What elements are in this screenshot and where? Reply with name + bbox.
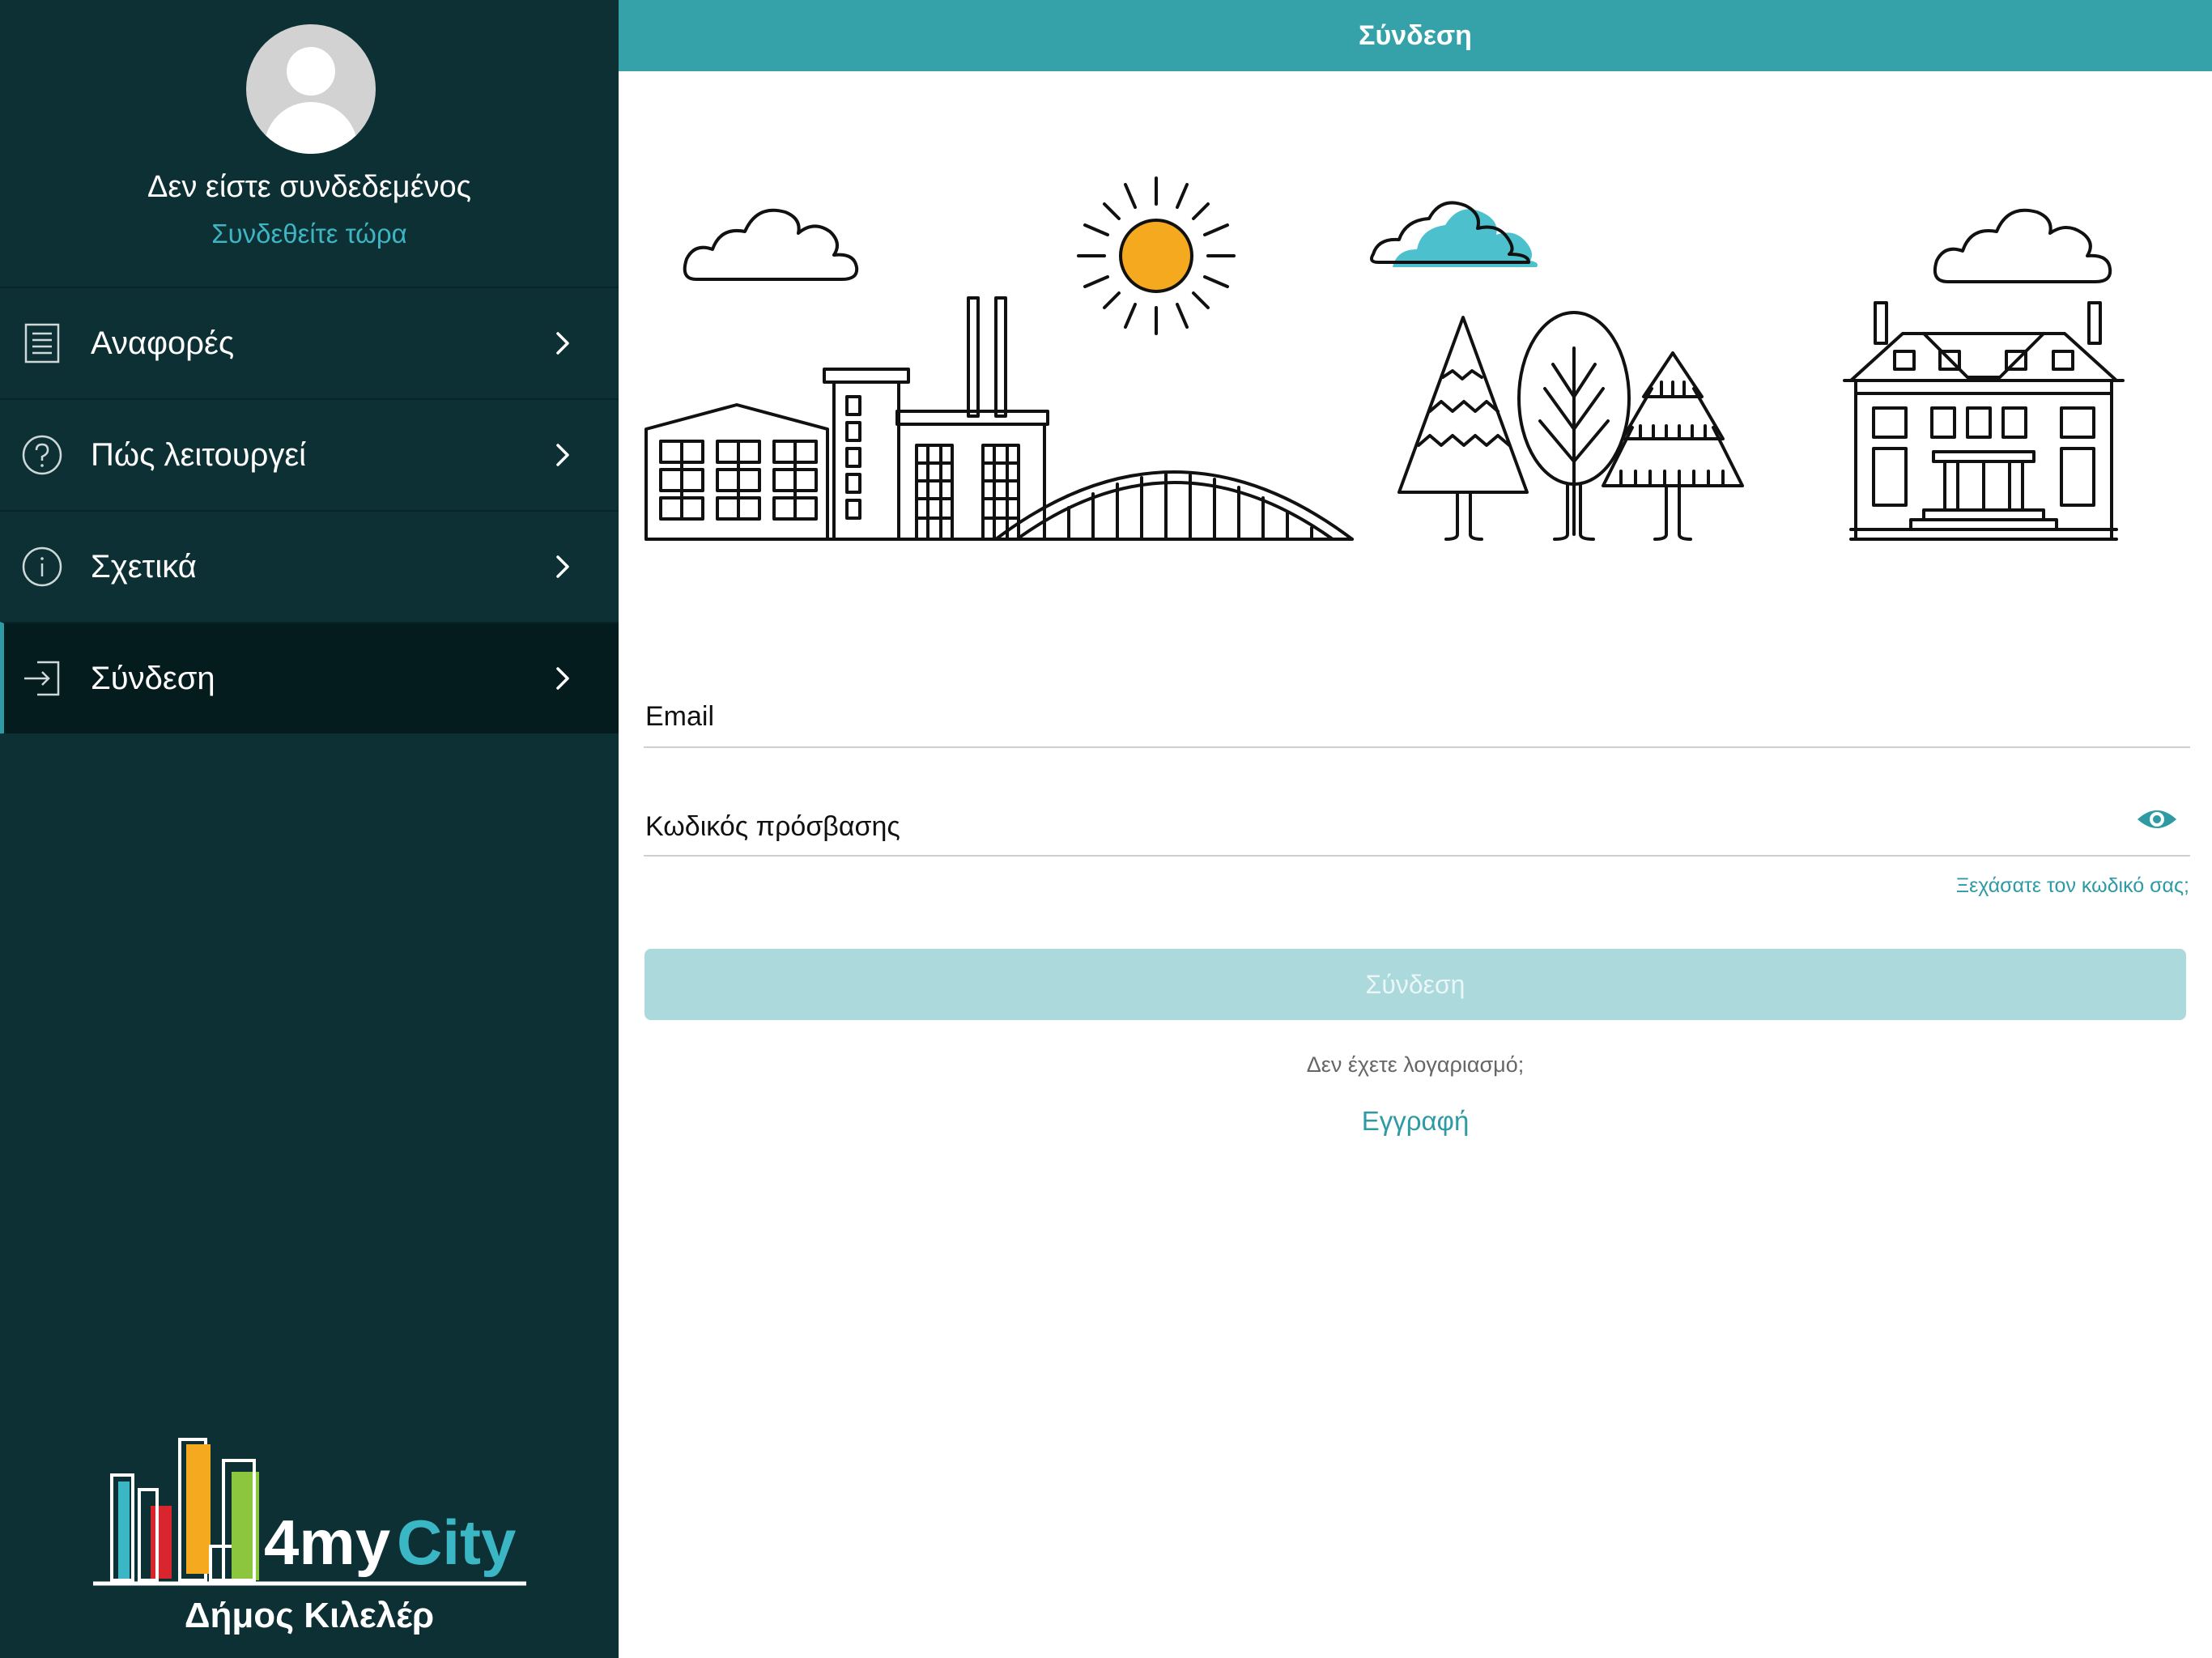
info-circle-icon — [21, 546, 63, 588]
page-title: Σύνδεση — [1359, 19, 1472, 51]
window-grid — [659, 440, 818, 521]
sidebar-item-label: Σύνδεση — [91, 660, 215, 696]
cloud-icon — [1393, 209, 1538, 267]
sidebar-item-login[interactable]: Σύνδεση — [0, 622, 619, 733]
email-field-label: Email — [645, 701, 715, 732]
eye-icon[interactable] — [2134, 803, 2180, 835]
forgot-password-link[interactable]: Ξεχάσατε τον κωδικό σας; — [1956, 874, 2189, 898]
no-account-text: Δεν έχετε λογαριασμό; — [1306, 1052, 1525, 1077]
tree-icon — [1602, 351, 1744, 541]
mansion-building — [1843, 301, 2125, 541]
sidebar: Δεν είστε συνδεδεμένος Συνδεθείτε τώρα Α… — [0, 0, 619, 1658]
cloud-icon — [683, 208, 859, 281]
sidebar-item-label: Σχετικά — [91, 548, 197, 585]
email-field[interactable] — [644, 746, 2190, 748]
chevron-right-icon — [556, 667, 569, 690]
sun-icon — [1077, 176, 1236, 335]
chevron-right-icon — [556, 555, 569, 578]
header-bar: Σύνδεση — [619, 0, 2212, 71]
user-status-text: Δεν είστε συνδεδεμένος — [147, 170, 471, 204]
chevron-right-icon — [556, 332, 569, 355]
register-link[interactable]: Εγγραφή — [619, 1106, 2212, 1137]
login-arrow-icon — [21, 657, 63, 699]
sidebar-item-label: Αναφορές — [91, 325, 235, 361]
login-now-link[interactable]: Συνδεθείτε τώρα — [0, 219, 619, 249]
sidebar-item-how-it-works[interactable]: Πώς λειτουργεί — [0, 398, 619, 510]
chevron-right-icon — [556, 444, 569, 466]
sidebar-menu: Αναφορές Πώς λειτουργεί Σχετικά Σύνδεση — [0, 287, 619, 733]
question-circle-icon — [21, 434, 63, 476]
password-field[interactable] — [644, 855, 2190, 857]
tree-icon — [1397, 316, 1529, 541]
login-button[interactable]: Σύνδεση — [644, 949, 2186, 1020]
building-shape — [832, 380, 900, 541]
sidebar-item-reports[interactable]: Αναφορές — [0, 287, 619, 398]
tree-icon — [1517, 311, 1631, 541]
logo-municipality: Δήμος Κιλελέρ — [185, 1596, 434, 1635]
window-grid — [915, 444, 1020, 541]
cloud-icon — [1933, 208, 2112, 283]
avatar — [246, 24, 376, 154]
password-field-label: Κωδικός πρόσβασης — [645, 811, 900, 842]
login-button-label: Σύνδεση — [1365, 969, 1465, 999]
4mycity-logo: 4my City Δήμος Κιλελέρ — [93, 1438, 526, 1635]
document-icon — [21, 322, 63, 364]
sidebar-item-about[interactable]: Σχετικά — [0, 510, 619, 622]
logo-brand-prefix: 4my — [264, 1507, 390, 1578]
city-illustration — [644, 176, 2125, 541]
sidebar-item-label: Πώς λειτουργεί — [91, 436, 307, 473]
logo-brand-suffix: City — [397, 1507, 516, 1578]
